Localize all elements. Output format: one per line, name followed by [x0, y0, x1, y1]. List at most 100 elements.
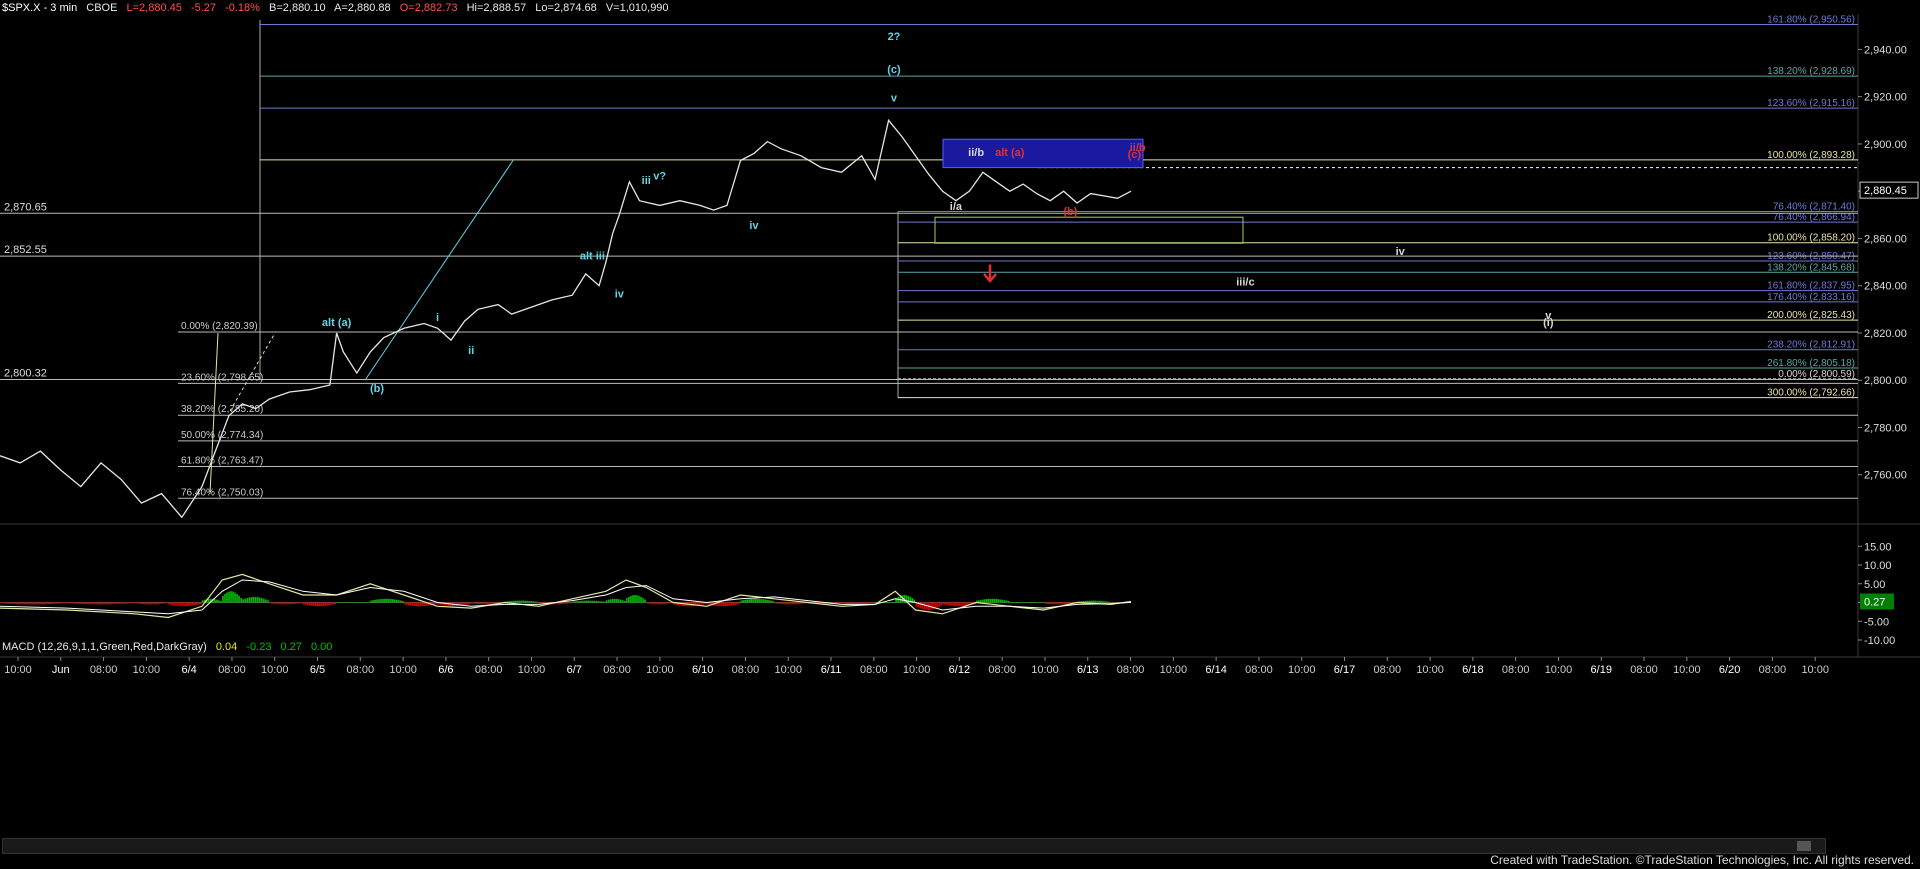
x-tick-label: 10:00 — [1160, 664, 1188, 676]
macd-histogram-bar — [617, 599, 620, 603]
macd-histogram-bar — [39, 602, 42, 605]
macd-histogram-bar — [514, 600, 517, 603]
macd-histogram-bar — [344, 602, 347, 603]
macd-histogram-bar — [178, 602, 180, 607]
macd-histogram-bar — [1100, 600, 1103, 603]
macd-histogram-bar — [592, 600, 594, 603]
macd-histogram-bar — [1106, 601, 1109, 603]
macd-histogram-bar — [560, 602, 562, 605]
footer-credit: Created with TradeStation. ©TradeStation… — [1486, 853, 1914, 867]
macd-histogram-bar — [346, 602, 349, 603]
x-tick-label: 10:00 — [133, 664, 161, 676]
macd-histogram-bar — [362, 602, 364, 603]
macd-histogram-bar — [126, 602, 129, 604]
macd-histogram-bar — [27, 602, 30, 605]
macd-histogram-bar — [669, 602, 671, 604]
fib-label: 176.40% (2,833.16) — [1767, 292, 1855, 303]
macd-histogram-bar — [1098, 600, 1101, 603]
macd-histogram-bar — [392, 599, 394, 603]
macd-histogram-bar — [348, 602, 351, 603]
macd-histogram-bar — [1039, 602, 1042, 603]
macd-histogram-bar — [302, 602, 305, 605]
macd-histogram-bar — [281, 602, 283, 605]
macd-histogram-bar — [17, 602, 20, 605]
macd-histogram-bar — [512, 600, 515, 603]
macd-histogram-bar — [1061, 602, 1063, 605]
macd-y-tick-label: -5.00 — [1864, 616, 1889, 628]
macd-histogram-bar — [140, 602, 143, 605]
wave-label: iv — [615, 289, 625, 301]
x-tick-label: 6/20 — [1719, 664, 1740, 676]
x-tick-label: Jun — [52, 664, 70, 676]
macd-y-tick-label: 5.00 — [1864, 579, 1885, 591]
macd-histogram-bar — [98, 602, 101, 605]
macd-histogram-bar — [350, 602, 353, 603]
macd-histogram-bar — [1, 602, 4, 604]
macd-histogram-bar — [744, 599, 747, 603]
macd-histogram-bar — [754, 598, 756, 603]
macd-histogram-bar — [57, 602, 60, 604]
macd-histogram-bar — [574, 601, 576, 603]
x-tick-label: 6/6 — [438, 664, 453, 676]
macd-histogram-bar — [1049, 602, 1051, 605]
macd-histogram-bar — [471, 602, 473, 604]
macd-histogram-bar — [788, 602, 790, 605]
x-tick-label: 6/7 — [567, 664, 582, 676]
wave-label: alt iii — [580, 251, 605, 263]
macd-histogram-bar — [582, 600, 584, 603]
macd-histogram-bar — [736, 602, 739, 605]
left-fib-label: 50.00% (2,774.34) — [181, 430, 263, 441]
macd-histogram-bar — [566, 602, 568, 604]
macd-histogram-bar — [277, 602, 279, 605]
x-tick-label: 08:00 — [1245, 664, 1273, 676]
macd-histogram-bar — [423, 602, 426, 607]
macd-histogram-bar — [607, 599, 610, 603]
macd-histogram-bar — [642, 598, 644, 603]
wave-label: iv — [749, 220, 759, 232]
fib-label: 161.80% (2,837.95) — [1767, 281, 1855, 292]
macd-histogram-bar — [228, 591, 230, 603]
macd-histogram-bar — [340, 602, 343, 603]
macd-histogram-bar — [770, 600, 772, 603]
macd-histogram-bar — [726, 602, 729, 607]
macd-histogram-bar — [279, 602, 281, 605]
macd-histogram-bar — [366, 602, 368, 603]
macd-histogram-bar — [758, 598, 760, 603]
x-tick-label: 10:00 — [1031, 664, 1059, 676]
macd-histogram-bar — [622, 600, 624, 603]
macd-histogram-bar — [516, 600, 519, 603]
macd-histogram-bar — [136, 602, 139, 604]
macd-y-tick-label: 10.00 — [1864, 560, 1892, 572]
macd-histogram-bar — [158, 602, 160, 605]
macd-histogram-bar — [475, 602, 477, 604]
macd-histogram-bar — [609, 599, 612, 603]
fib-label: 138.20% (2,845.68) — [1767, 262, 1855, 273]
footer-text: Created with TradeStation. ©TradeStation… — [1490, 853, 1914, 867]
macd-histogram-bar — [411, 602, 414, 606]
macd-histogram-bar — [174, 602, 176, 606]
macd-histogram-bar — [869, 602, 871, 604]
macd-histogram-bar — [29, 602, 32, 605]
macd-histogram-bar — [196, 602, 198, 605]
x-tick-label: 08:00 — [1374, 664, 1402, 676]
macd-histogram-bar — [1011, 602, 1014, 603]
macd-histogram-bar — [9, 602, 12, 604]
macd-histogram-bar — [1009, 602, 1012, 603]
macd-histogram-bar — [254, 596, 257, 603]
x-tick-label: 08:00 — [732, 664, 760, 676]
left-fib-label: 76.40% (2,750.03) — [181, 487, 263, 498]
macd-histogram-bar — [722, 602, 725, 607]
fib-label: 100.00% (2,858.20) — [1767, 233, 1855, 244]
macd-histogram-bar — [797, 602, 800, 605]
macd-histogram-bar — [226, 592, 228, 603]
macd-histogram-bar — [114, 602, 117, 605]
macd-histogram-bar — [63, 602, 65, 604]
scrollbar-thumb[interactable] — [1797, 841, 1811, 851]
macd-histogram-bar — [778, 602, 780, 604]
macd-histogram-bar — [1088, 600, 1091, 603]
time-scrollbar[interactable] — [2, 838, 1826, 854]
macd-histogram-bar — [698, 602, 701, 606]
macd-histogram-bar — [483, 602, 485, 605]
macd-histogram-bar — [795, 602, 798, 605]
x-tick-label: 10:00 — [1288, 664, 1316, 676]
